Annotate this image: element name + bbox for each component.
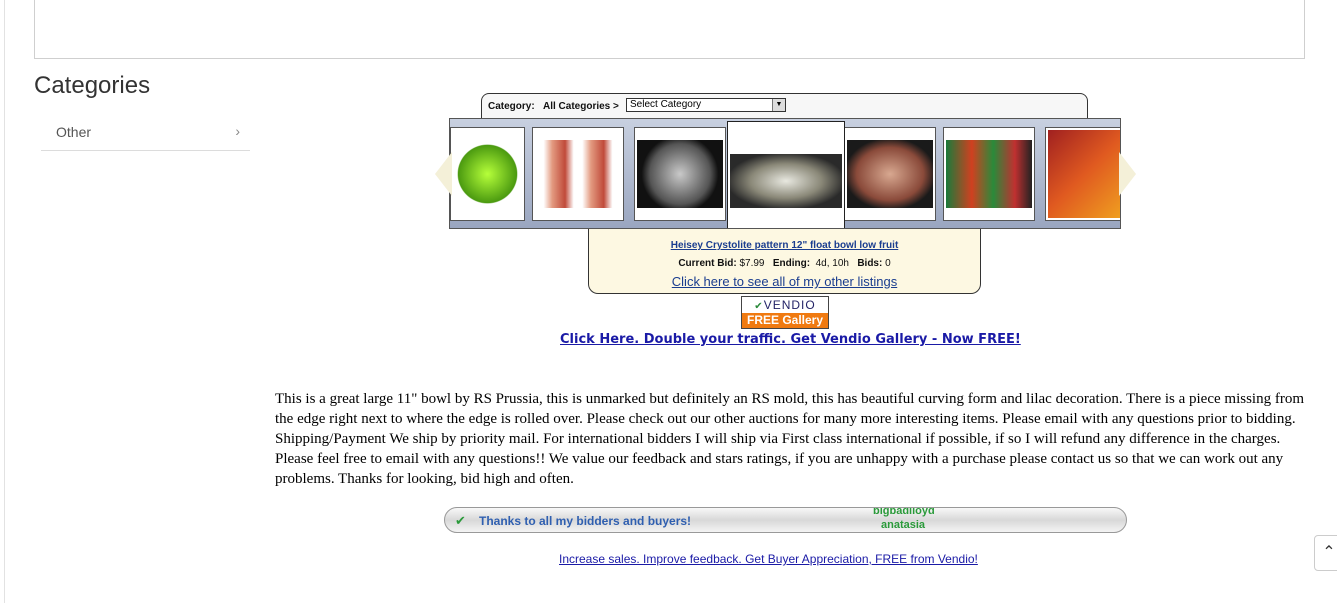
bids-label: Bids: [857, 258, 883, 269]
thumbnail-crystolite-bowl[interactable] [727, 121, 845, 228]
free-gallery-label: FREE Gallery [742, 313, 828, 328]
item-description: This is a great large 11" bowl by RS Pru… [275, 391, 1304, 487]
vendio-logo: ✔VENDIO [742, 298, 828, 313]
thumbnail-image [847, 140, 933, 208]
chevron-up-icon: ⌃ [1322, 544, 1336, 561]
vendio-brand-text: VENDIO [763, 298, 816, 312]
buyer-appreciation-link[interactable]: Increase sales. Improve feedback. Get Bu… [559, 552, 978, 566]
current-bid-label: Current Bid: [678, 258, 737, 269]
gallery-next-arrow-icon[interactable] [1119, 152, 1136, 196]
gallery-category-path[interactable]: All Categories > [543, 101, 619, 112]
ending-label: Ending: [772, 258, 811, 269]
vendio-promo-link[interactable]: Click Here. Double your traffic. Get Ven… [560, 332, 1021, 347]
vendio-check-icon: ✔ [754, 301, 764, 312]
thumbnail-etched-glass-bowl[interactable] [634, 127, 726, 221]
thumbnail-cranberry-shakers[interactable] [532, 127, 624, 221]
thumbnail-image [946, 140, 1032, 208]
top-content-box [34, 0, 1305, 59]
see-all-listings-link[interactable]: Click here to see all of my other listin… [589, 274, 980, 289]
featured-item-meta: Current Bid: $7.99 Ending: 4d, 10h Bids:… [589, 258, 980, 269]
sidebar-item-label: Other [56, 124, 92, 140]
thumbnail-image [1048, 130, 1120, 218]
categories-heading: Categories [34, 72, 151, 99]
ending-value: 4d, 10h [815, 258, 849, 269]
current-bid-value: $7.99 [739, 258, 765, 269]
thanks-text: Thanks to all my bidders and buyers! [479, 514, 692, 528]
bidder-name-ticker: bigbadlloyd anatasia [873, 507, 993, 531]
page-left-border [4, 0, 5, 603]
bidder-name: bigbadlloyd [873, 507, 935, 517]
featured-item-title[interactable]: Heisey Crystolite pattern 12" float bowl… [589, 240, 980, 251]
category-select-value: Select Category [630, 99, 702, 110]
bids-value: 0 [885, 258, 891, 269]
gallery-prev-arrow-icon[interactable] [435, 152, 452, 196]
bidder-name: anatasia [881, 519, 926, 531]
gallery-thumbnail-strip [449, 118, 1121, 229]
thumbnail-image [637, 140, 723, 208]
gallery-header: Category: All Categories > Select Catego… [481, 93, 1088, 119]
gallery-item-info: Heisey Crystolite pattern 12" float bowl… [588, 229, 981, 294]
thumbnail-pink-glass-tray[interactable] [844, 127, 936, 221]
thumbnail-image [453, 140, 522, 208]
buyer-appreciation-bar: ✔ Thanks to all my bidders and buyers! b… [444, 507, 1127, 533]
thumbnail-image [535, 140, 621, 208]
thumbnail-image [730, 154, 842, 208]
gallery-category-label: Category: [488, 101, 535, 112]
dropdown-arrow-icon[interactable]: ▼ [772, 99, 785, 111]
sidebar-item-other[interactable]: Other › [41, 114, 250, 151]
scroll-to-top-button[interactable]: ⌃ [1314, 535, 1337, 571]
vendio-gallery-badge[interactable]: ✔VENDIO FREE Gallery [741, 296, 829, 329]
thumbnail-crackle-glass-book[interactable] [1045, 127, 1120, 221]
vendio-check-icon: ✔ [455, 513, 466, 528]
category-select[interactable]: Select Category ▼ [626, 98, 786, 112]
chevron-right-icon: › [235, 123, 240, 139]
thumbnail-crackle-glass-books[interactable] [943, 127, 1035, 221]
thumbnail-green-glass-dish[interactable] [450, 127, 525, 221]
